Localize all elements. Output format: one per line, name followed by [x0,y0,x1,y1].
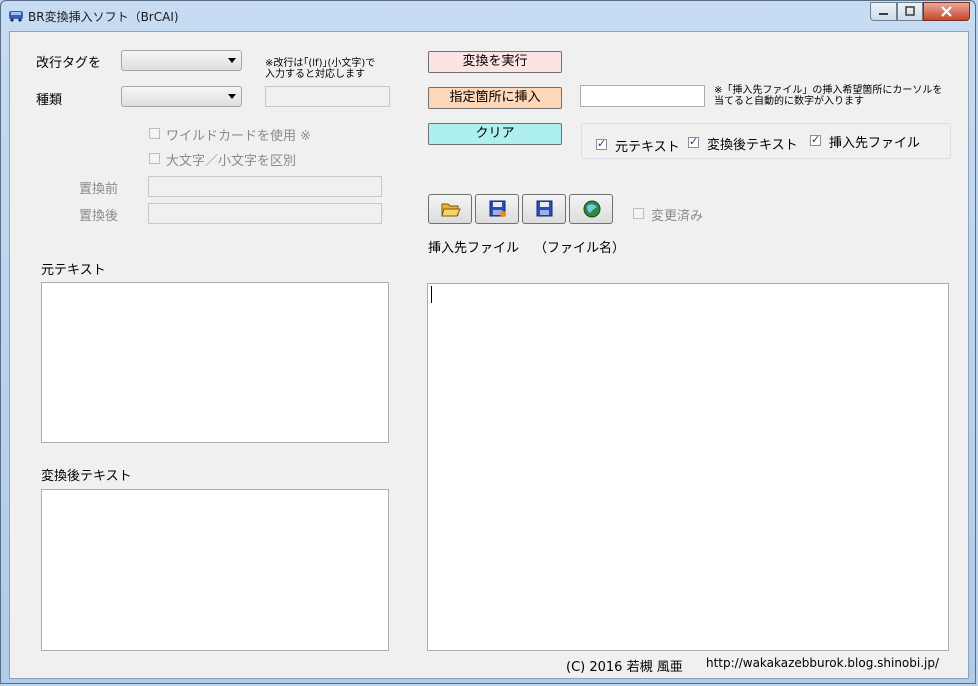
open-folder-icon [441,203,461,217]
footer-url[interactable]: http://wakakazebburok.blog.shinobi.jp/ [706,656,939,670]
browser-icon [583,200,601,218]
text-cursor [431,286,432,303]
maximize-icon [905,6,915,16]
converted-textarea[interactable] [41,489,389,651]
view-source-label: 元テキスト [615,140,680,155]
before-label: 置換前 [79,182,119,197]
before-input[interactable] [148,176,382,197]
after-input[interactable] [148,203,382,224]
view-target-label: 挿入先ファイル [829,136,921,151]
save-as-icon [489,200,506,217]
execute-button[interactable]: 変換を実行 [428,51,562,73]
minimize-button[interactable] [870,2,897,21]
save-button[interactable] [522,194,566,224]
window-title: BR変換挿入ソフト（BrCAI) [28,10,179,24]
maximize-button[interactable] [897,2,923,21]
converted-text-label: 変換後テキスト [41,469,132,484]
close-button[interactable] [923,2,970,21]
target-file-label: 挿入先ファイル [428,241,520,256]
insert-button[interactable]: 指定箇所に挿入 [428,87,562,109]
newline-tag-input[interactable] [265,86,390,107]
wildcard-label: ワイルドカードを使用 ※ [166,129,312,144]
close-icon [941,6,952,17]
type-label: 種類 [36,93,63,108]
browser-button[interactable] [569,194,613,224]
view-target-checkbox[interactable] [810,133,821,146]
target-file-textarea[interactable] [427,283,949,651]
chevron-down-icon [228,94,236,99]
type-select[interactable] [121,86,242,107]
case-checkbox[interactable] [149,153,160,164]
case-label: 大文字／小文字を区別 [166,154,297,169]
view-converted-checkbox[interactable] [688,135,699,148]
source-textarea[interactable] [41,282,389,443]
modified-label: 変更済み [651,209,704,224]
app-icon [9,11,23,22]
view-source-checkbox[interactable] [596,137,607,150]
source-text-label: 元テキスト [41,263,106,278]
view-converted-label: 変換後テキスト [707,138,798,153]
save-icon [536,200,553,217]
after-label: 置換後 [79,209,119,224]
newline-tag-label: 改行タグを [36,56,102,71]
target-file-name: （ファイル名） [534,241,626,256]
chevron-down-icon [228,58,236,63]
newline-note: ※改行は｢(lf)｣(小文字)で 入力すると対応します [265,58,376,80]
clear-button[interactable]: クリア [428,123,562,145]
newline-tag-select[interactable] [121,50,242,71]
open-file-button[interactable] [428,194,472,224]
minimize-icon [879,13,888,15]
insert-note: ※「挿入先ファイル」の挿入希望箇所にカーソルを 当てると自動的に数字が入ります [714,85,943,107]
insert-position-input[interactable] [580,85,705,107]
wildcard-checkbox[interactable] [149,128,160,139]
save-as-button[interactable] [475,194,519,224]
app-window: BR変換挿入ソフト（BrCAI) 改行タグを 種類 ※改行は｢(lf)｣(小文字… [0,0,976,684]
client-area: 改行タグを 種類 ※改行は｢(lf)｣(小文字)で 入力すると対応します ワイル… [9,31,969,679]
modified-checkbox[interactable] [633,208,644,219]
copyright-text: (C) 2016 若槻 風亜 [566,660,683,675]
title-bar[interactable]: BR変換挿入ソフト（BrCAI) [1,1,977,31]
